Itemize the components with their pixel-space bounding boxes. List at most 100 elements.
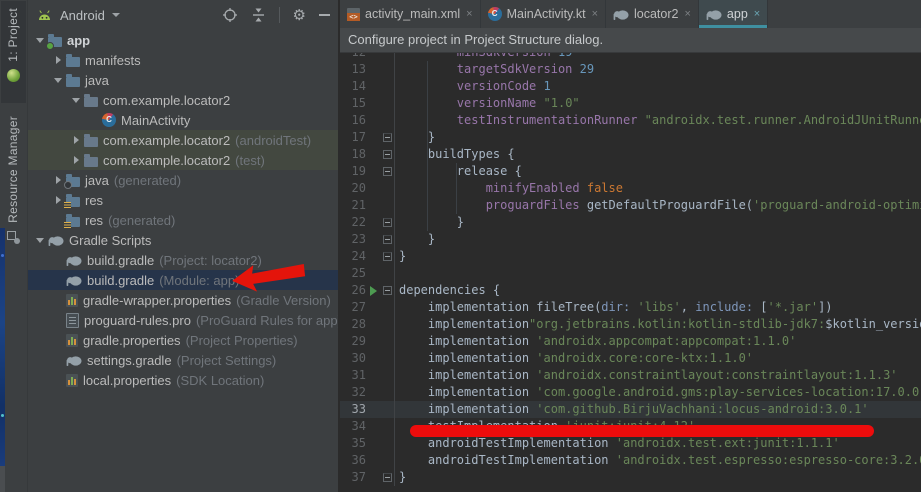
tool-window-button-resource-manager[interactable]: Resource Manager [6, 116, 20, 244]
tree-item-app[interactable]: app [28, 30, 338, 50]
tree-item-java[interactable]: java [28, 70, 338, 90]
code-line-28[interactable]: 28 implementation"org.jetbrains.kotlin:k… [340, 316, 921, 333]
code-line-15[interactable]: 15 versionName "1.0" [340, 95, 921, 112]
code-line-36[interactable]: 36 androidTestImplementation 'androidx.t… [340, 452, 921, 469]
code-text: } [395, 214, 464, 231]
tab-label: app [727, 7, 748, 21]
code-line-23[interactable]: 23 } [340, 231, 921, 248]
tree-item-settings-gradle-project-settings[interactable]: settings.gradle(Project Settings) [28, 350, 338, 370]
close-tab-icon[interactable]: × [684, 8, 690, 20]
close-tab-icon[interactable]: × [466, 8, 472, 20]
chevron-down-icon[interactable] [112, 13, 120, 17]
line-number: 15 [344, 95, 366, 112]
tree-item-com-example-locator2-androidtest[interactable]: com.example.locator2(androidTest) [28, 130, 338, 150]
line-number: 20 [344, 180, 366, 197]
locate-file-icon[interactable] [222, 7, 238, 23]
fold-marker-icon[interactable] [381, 163, 395, 180]
fold-gutter [381, 180, 395, 197]
code-line-17[interactable]: 17 } [340, 129, 921, 146]
tree-item-proguard-rules-pro-proguard-rules-for-app[interactable]: proguard-rules.pro(ProGuard Rules for ap… [28, 310, 338, 330]
code-line-37[interactable]: 37} [340, 469, 921, 486]
tree-item-label: Gradle Scripts [69, 233, 151, 248]
notification-banner[interactable]: Configure project in Project Structure d… [340, 28, 921, 53]
line-number: 36 [344, 452, 366, 469]
line-number: 26 [344, 282, 366, 299]
fold-marker-icon[interactable] [381, 231, 395, 248]
gradle-file-icon [613, 8, 629, 21]
chevron-down-icon[interactable] [32, 238, 48, 243]
code-line-19[interactable]: 19 release { [340, 163, 921, 180]
fold-marker-icon[interactable] [381, 248, 395, 265]
fold-marker-icon[interactable] [381, 129, 395, 146]
tree-item-local-properties-sdk-location[interactable]: local.properties(SDK Location) [28, 370, 338, 390]
project-view-selector[interactable]: Android [60, 8, 105, 23]
fold-gutter [381, 401, 395, 418]
editor-tab-locator2[interactable]: locator2 × [606, 0, 699, 28]
code-line-29[interactable]: 29 implementation 'androidx.appcompat:ap… [340, 333, 921, 350]
tree-item-com-example-locator2-test[interactable]: com.example.locator2(test) [28, 150, 338, 170]
gear-icon[interactable]: ⚙ [293, 8, 306, 23]
editor-tab-mainactivity-kt[interactable]: CMainActivity.kt× [481, 0, 606, 28]
code-line-16[interactable]: 16 testInstrumentationRunner "androidx.t… [340, 112, 921, 129]
chevron-right-icon[interactable] [68, 136, 84, 144]
code-line-31[interactable]: 31 implementation 'androidx.constraintla… [340, 367, 921, 384]
code-line-14[interactable]: 14 versionCode 1 [340, 78, 921, 95]
tree-item-com-example-locator2[interactable]: com.example.locator2 [28, 90, 338, 110]
code-line-35[interactable]: 35 androidTestImplementation 'androidx.t… [340, 435, 921, 452]
tree-item-gradle-scripts[interactable]: Gradle Scripts [28, 230, 338, 250]
chevron-down-icon[interactable] [68, 98, 84, 103]
code-line-18[interactable]: 18 buildTypes { [340, 146, 921, 163]
code-line-20[interactable]: 20 minifyEnabled false [340, 180, 921, 197]
editor-tab-app[interactable]: app × [699, 0, 768, 28]
chevron-right-icon[interactable] [50, 56, 66, 64]
code-line-26[interactable]: 26dependencies { [340, 282, 921, 299]
fold-marker-icon[interactable] [381, 214, 395, 231]
close-tab-icon[interactable]: × [754, 8, 760, 20]
tree-item-label: settings.gradle [87, 353, 172, 368]
tree-item-res[interactable]: res [28, 190, 338, 210]
run-gutter-icon[interactable] [366, 286, 381, 296]
code-line-24[interactable]: 24} [340, 248, 921, 265]
code-line-32[interactable]: 32 implementation 'com.google.android.gm… [340, 384, 921, 401]
properties-icon [66, 374, 78, 387]
code-line-13[interactable]: 13 targetSdkVersion 29 [340, 61, 921, 78]
close-tab-icon[interactable]: × [592, 8, 598, 20]
code-line-27[interactable]: 27 implementation fileTree(dir: 'libs', … [340, 299, 921, 316]
code-line-21[interactable]: 21 proguardFiles getDefaultProguardFile(… [340, 197, 921, 214]
toolbar-separator [279, 7, 280, 23]
chevron-down-icon[interactable] [50, 78, 66, 83]
tree-item-mainactivity[interactable]: CMainActivity [28, 110, 338, 130]
screen-edge-artifact-bottom [0, 466, 5, 492]
code-line-25[interactable]: 25 [340, 265, 921, 282]
fold-marker-icon[interactable] [381, 282, 395, 299]
tree-item-label: java [85, 173, 109, 188]
tree-item-gradle-wrapper-properties-gradle-version[interactable]: gradle-wrapper.properties(Gradle Version… [28, 290, 338, 310]
tree-item-label: build.gradle [87, 273, 154, 288]
chevron-down-icon[interactable] [32, 38, 48, 43]
tab-label: MainActivity.kt [507, 7, 586, 21]
code-text: implementation 'com.github.BirjuVachhani… [395, 401, 869, 418]
tree-item-java-generated[interactable]: java(generated) [28, 170, 338, 190]
collapse-all-icon[interactable] [251, 7, 266, 23]
code-text: implementation 'androidx.appcompat:appco… [395, 333, 796, 350]
code-text: implementation 'androidx.constraintlayou… [395, 367, 898, 384]
tree-item-label: MainActivity [121, 113, 190, 128]
editor-tab-activity-main-xml[interactable]: <>activity_main.xml× [340, 0, 481, 28]
chevron-right-icon[interactable] [68, 156, 84, 164]
panel-divider[interactable] [338, 0, 340, 492]
hide-panel-icon[interactable] [319, 14, 330, 16]
tree-item-manifests[interactable]: manifests [28, 50, 338, 70]
fold-marker-icon[interactable] [381, 146, 395, 163]
tab-label: locator2 [634, 7, 678, 21]
code-text: implementation 'androidx.core:core-ktx:1… [395, 350, 753, 367]
gradle-file-icon [48, 234, 64, 247]
code-line-30[interactable]: 30 implementation 'androidx.core:core-kt… [340, 350, 921, 367]
tree-item-res-generated[interactable]: res(generated) [28, 210, 338, 230]
code-line-22[interactable]: 22 } [340, 214, 921, 231]
fold-marker-icon[interactable] [381, 469, 395, 486]
code-line-12[interactable]: 12 minSdkVersion 19 [340, 53, 921, 61]
tree-item-gradle-properties-project-properties[interactable]: gradle.properties(Project Properties) [28, 330, 338, 350]
fold-gutter [381, 265, 395, 282]
code-line-33[interactable]: 33 implementation 'com.github.BirjuVachh… [340, 401, 921, 418]
tool-window-button-project[interactable]: 1: Project [6, 8, 20, 82]
